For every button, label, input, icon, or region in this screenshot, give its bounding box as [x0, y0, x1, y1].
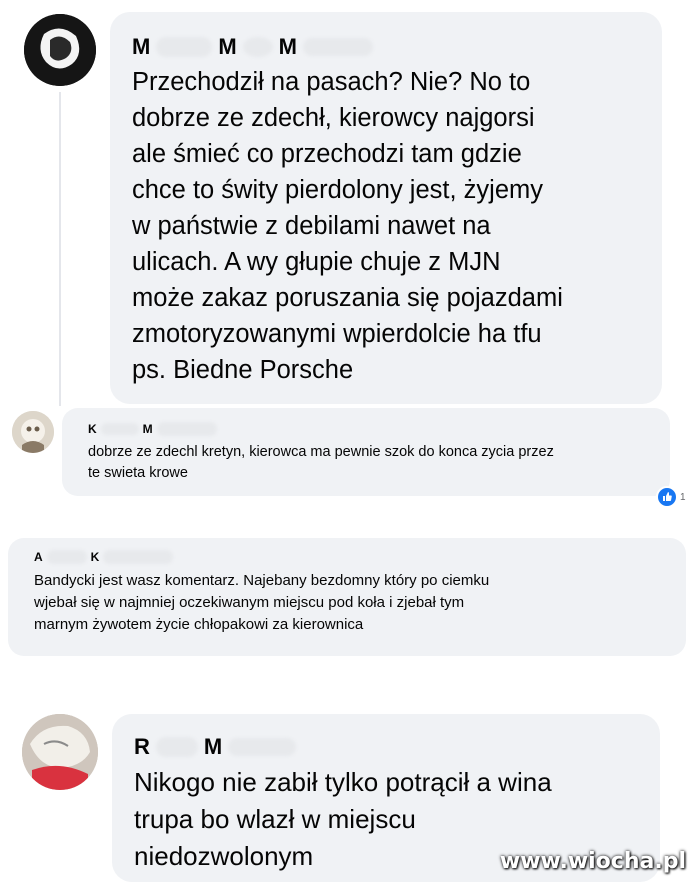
comment-text: dobrze ze zdechl kretyn, kierowca ma pew… [88, 444, 554, 481]
comment-bubble: M M M Przechodził na pasach? Nie? No to … [110, 12, 662, 404]
author-initial: M [142, 422, 153, 436]
avatar-image [12, 411, 54, 453]
reaction-badge[interactable]: 1 [656, 486, 686, 508]
comment-author[interactable]: R M [134, 734, 297, 760]
author-initial: M [278, 34, 297, 59]
avatar[interactable] [22, 714, 98, 790]
comment-author[interactable]: K M [88, 422, 217, 436]
redacted-name [100, 423, 139, 435]
comment-bubble: K M dobrze ze zdechl kretyn, kierowca ma… [62, 408, 670, 496]
reaction-count: 1 [680, 491, 686, 503]
author-initial: A [34, 550, 43, 564]
redacted-name [156, 422, 217, 436]
redacted-name [156, 37, 213, 57]
redacted-name [103, 550, 174, 564]
like-icon [656, 486, 678, 508]
comment-author[interactable]: A K [34, 550, 174, 564]
author-initial: R [134, 734, 150, 759]
redacted-name [155, 737, 198, 757]
thread-line [59, 92, 61, 406]
avatar[interactable] [24, 14, 96, 86]
avatar-image [24, 14, 96, 86]
watermark: www.wiocha.pl [499, 849, 686, 874]
avatar[interactable] [12, 411, 54, 453]
comment-text: Bandycki jest wasz komentarz. Najebany b… [34, 572, 490, 633]
redacted-name [46, 550, 87, 564]
avatar-image [22, 714, 98, 790]
redacted-name [242, 37, 273, 57]
redacted-name [228, 738, 297, 756]
comment-bubble: A K Bandycki jest wasz komentarz. Najeba… [8, 538, 686, 656]
author-initial: M [132, 34, 151, 59]
author-initial: K [88, 422, 97, 436]
redacted-name [302, 38, 373, 56]
comment-author[interactable]: M M M [132, 34, 373, 60]
comment-text: Przechodził na pasach? Nie? No to dobrze… [132, 68, 563, 384]
author-initial: M [203, 734, 223, 759]
author-initial: K [90, 550, 100, 564]
author-initial: M [218, 34, 237, 59]
